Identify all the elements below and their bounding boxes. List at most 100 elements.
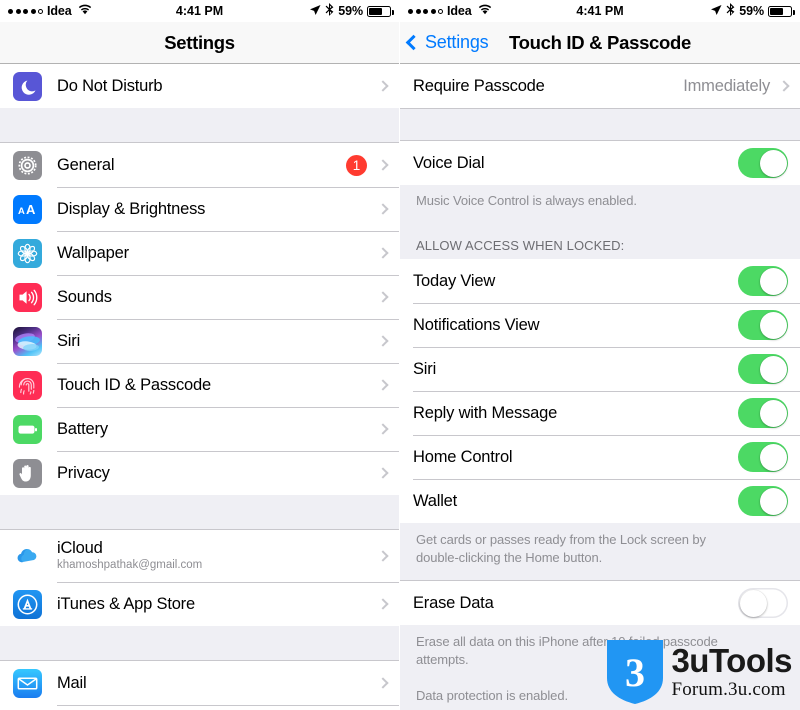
sidebar-item-mail[interactable]: Mail (0, 661, 399, 705)
sidebar-item-do-not-disturb[interactable]: Do Not Disturb (0, 64, 399, 108)
sidebar-item-title: iCloud (57, 539, 103, 558)
group-separator-1 (0, 108, 399, 143)
battery-icon (367, 5, 394, 17)
row-label: Notifications View (413, 315, 540, 334)
sidebar-item-general[interactable]: General 1 (0, 143, 399, 187)
sidebar-item-wallpaper[interactable]: Wallpaper (0, 231, 399, 275)
carrier-label: Idea (447, 4, 472, 18)
fingerprint-icon (13, 370, 42, 400)
row-label: Require Passcode (413, 76, 545, 95)
group-separator-2 (0, 495, 399, 530)
signal-strength-icon (408, 8, 443, 14)
group-allow-access: Today View Notifications View Siri Reply… (400, 259, 800, 524)
sidebar-item-label: Sounds (57, 287, 112, 306)
status-bar-left-group: Idea (8, 4, 92, 18)
toggle-wallet[interactable] (738, 486, 788, 517)
row-require-passcode[interactable]: Require Passcode Immediately (400, 64, 800, 108)
text-size-icon: AA (13, 194, 42, 224)
battery-icon (13, 414, 42, 444)
settings-group-accounts: iCloud khamoshpathak@gmail.com iTunes & … (0, 530, 399, 626)
footer-wallet: Get cards or passes ready from the Lock … (400, 523, 760, 581)
chevron-right-icon (377, 247, 389, 259)
wifi-icon (78, 4, 92, 18)
sidebar-item-label: General (57, 155, 115, 174)
sidebar-item-label: Touch ID & Passcode (57, 375, 211, 394)
status-badge: 1 (346, 154, 367, 176)
status-bar-right-group: 59% (309, 3, 394, 19)
chevron-left-icon (405, 34, 422, 51)
row-notifications-view: Notifications View (400, 303, 800, 348)
sidebar-item-label: Display & Brightness (57, 199, 206, 218)
hand-icon (13, 458, 42, 488)
toggle-notifications-view[interactable] (738, 310, 788, 341)
settings-group-apps: Mail Contacts (0, 661, 399, 710)
page-title: Settings (164, 31, 235, 53)
group-separator-3 (0, 626, 399, 661)
sidebar-item-display-brightness[interactable]: AA Display & Brightness (0, 187, 399, 231)
footer-voice-dial: Music Voice Control is always enabled. (400, 185, 800, 219)
toggle-today-view[interactable] (738, 266, 788, 297)
speaker-icon (13, 282, 42, 312)
row-label: Siri (413, 359, 437, 378)
toggle-reply-with-message[interactable] (738, 398, 788, 429)
toggle-erase-data[interactable] (738, 588, 788, 619)
sidebar-item-itunes-app-store[interactable]: iTunes & App Store (0, 582, 399, 626)
sidebar-item-sounds[interactable]: Sounds (0, 275, 399, 319)
bluetooth-icon (325, 3, 334, 19)
section-header-allow-access: ALLOW ACCESS WHEN LOCKED: (400, 218, 800, 260)
group-separator-a (400, 108, 800, 141)
sidebar-item-privacy[interactable]: Privacy (0, 451, 399, 495)
chevron-right-icon (377, 598, 389, 610)
cloud-icon (13, 542, 42, 571)
sidebar-item-icloud[interactable]: iCloud khamoshpathak@gmail.com (0, 530, 399, 582)
nav-bar-right: Settings Touch ID & Passcode (400, 22, 800, 64)
svg-text:A: A (18, 206, 25, 217)
chevron-right-icon (377, 550, 389, 562)
dual-screenshot-container: Idea 4:41 PM 59% Settings Do Not Disturb… (0, 0, 800, 710)
flower-icon (13, 238, 42, 268)
row-reply-with-message: Reply with Message (400, 391, 800, 436)
toggle-siri[interactable] (738, 354, 788, 385)
sidebar-item-touch-id-passcode[interactable]: Touch ID & Passcode (0, 363, 399, 407)
battery-percent-label: 59% (338, 4, 363, 18)
footer-erase-data-line2: Data protection is enabled. (400, 677, 800, 710)
status-bar-right-group: 59% (710, 3, 795, 19)
sidebar-item-label: Siri (57, 331, 81, 350)
toggle-home-control[interactable] (738, 442, 788, 473)
settings-group-device: General 1 AA Display & Brightness Wallpa… (0, 143, 399, 495)
chevron-right-icon (377, 80, 389, 92)
row-label: Reply with Message (413, 403, 558, 422)
settings-list: Do Not Disturb General 1 AA Display & Br… (0, 64, 399, 710)
chevron-right-icon (377, 677, 389, 689)
battery-percent-label: 59% (739, 4, 764, 18)
sidebar-item-label: iCloud khamoshpathak@gmail.com (57, 539, 377, 572)
row-erase-data: Erase Data (400, 581, 800, 626)
toggle-voice-dial[interactable] (738, 148, 788, 178)
row-today-view: Today View (400, 259, 800, 304)
sidebar-item-label: Privacy (57, 463, 110, 482)
sidebar-item-battery[interactable]: Battery (0, 407, 399, 451)
group-voice-dial: Voice Dial (400, 141, 800, 185)
location-arrow-icon (710, 4, 722, 19)
row-label: Home Control (413, 447, 513, 466)
sidebar-item-contacts[interactable]: Contacts (0, 705, 399, 710)
status-bar-right: Idea 4:41 PM 59% (400, 0, 800, 22)
siri-waveform-icon (13, 326, 42, 356)
gear-icon (13, 150, 42, 180)
location-arrow-icon (309, 4, 321, 19)
row-label: Today View (413, 271, 496, 290)
back-button[interactable]: Settings (405, 32, 489, 53)
carrier-label: Idea (47, 4, 72, 18)
row-value: Immediately (683, 76, 770, 95)
right-screen-touch-id-passcode: Idea 4:41 PM 59% Settings Touch ID & Pas… (400, 0, 800, 710)
sidebar-item-subtitle: khamoshpathak@gmail.com (57, 559, 203, 572)
row-label: Erase Data (413, 593, 494, 612)
chevron-right-icon (377, 159, 389, 171)
chevron-right-icon (377, 379, 389, 391)
chevron-right-icon (377, 335, 389, 347)
row-siri: Siri (400, 347, 800, 392)
settings-group-dnd: Do Not Disturb (0, 64, 399, 108)
touch-id-settings-list: Require Passcode Immediately Voice Dial … (400, 64, 800, 710)
row-label: Wallet (413, 491, 458, 510)
sidebar-item-siri[interactable]: Siri (0, 319, 399, 363)
